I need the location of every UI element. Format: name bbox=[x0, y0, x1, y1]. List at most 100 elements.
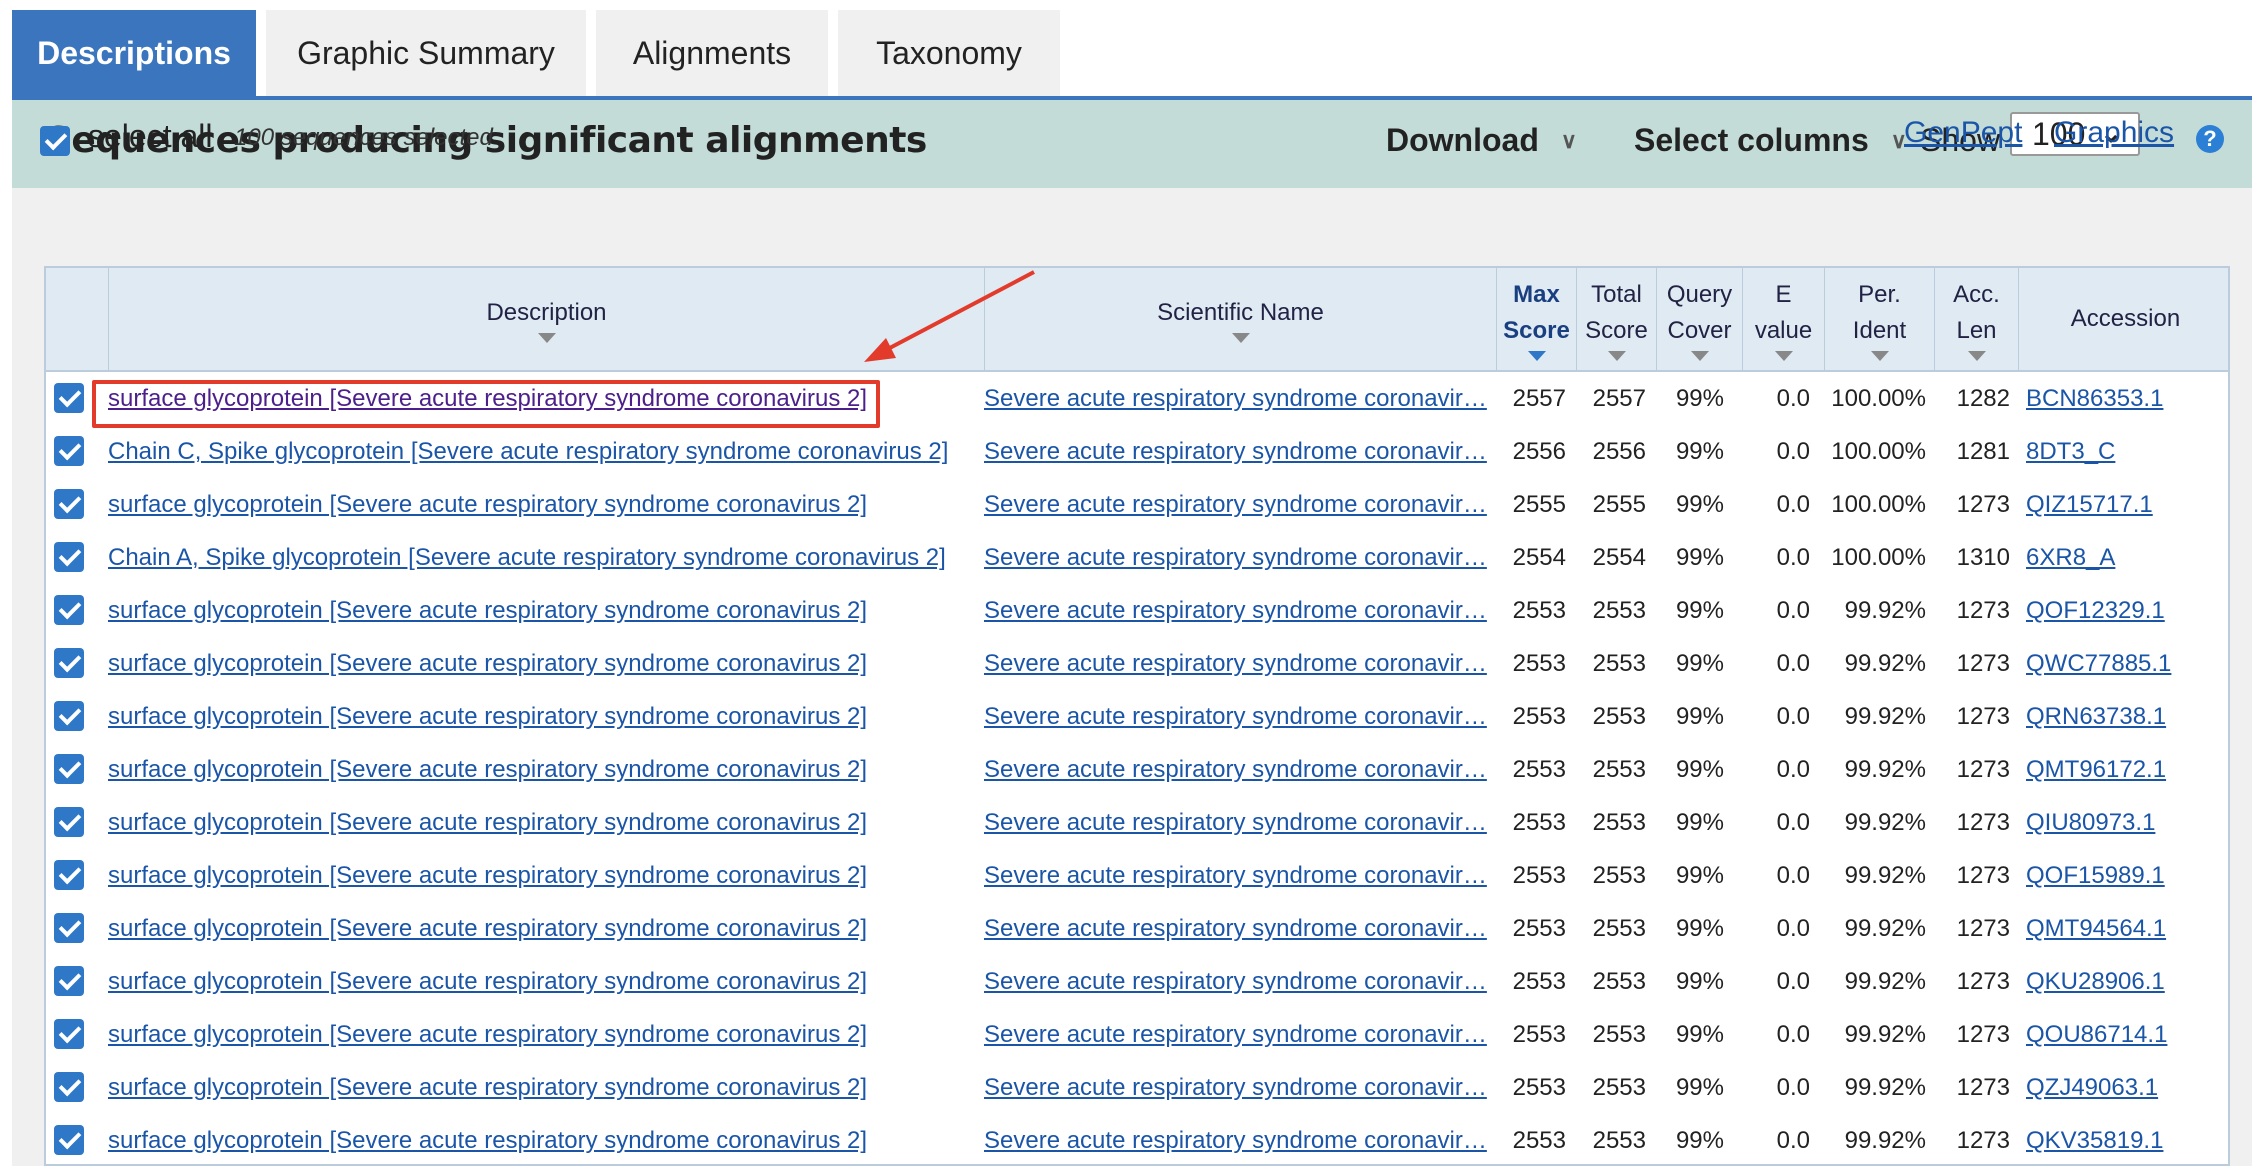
scientific-name-link[interactable]: Severe acute respiratory syndrome corona… bbox=[984, 902, 1490, 955]
description-link[interactable]: surface glycoprotein [Severe acute respi… bbox=[108, 1008, 968, 1061]
total-score-value: 2553 bbox=[1592, 862, 1646, 889]
row-checkbox[interactable] bbox=[54, 1019, 84, 1049]
col-total-score[interactable]: Total Score bbox=[1576, 268, 1656, 370]
evalue-value: 0.0 bbox=[1776, 915, 1810, 942]
description-link[interactable]: surface glycoprotein [Severe acute respi… bbox=[108, 478, 968, 531]
description-link[interactable]: surface glycoprotein [Severe acute respi… bbox=[108, 690, 968, 743]
scientific-name-link[interactable]: Severe acute respiratory syndrome corona… bbox=[984, 584, 1490, 637]
sort-arrow-icon bbox=[1774, 351, 1793, 361]
accession-link[interactable]: QMT96172.1 bbox=[2026, 743, 2226, 796]
accession-link[interactable]: 8DT3_C bbox=[2026, 425, 2226, 478]
row-checkbox[interactable] bbox=[54, 1125, 84, 1155]
col-max-score[interactable]: Max Score bbox=[1496, 268, 1576, 370]
total-score-value: 2553 bbox=[1592, 968, 1646, 995]
scientific-name-link[interactable]: Severe acute respiratory syndrome corona… bbox=[984, 743, 1490, 796]
accession-link[interactable]: QKU28906.1 bbox=[2026, 955, 2226, 1008]
row-checkbox[interactable] bbox=[54, 860, 84, 890]
total-score-value: 2553 bbox=[1592, 809, 1646, 836]
accession-link[interactable]: QRN63738.1 bbox=[2026, 690, 2226, 743]
total-score-value: 2553 bbox=[1592, 597, 1646, 624]
total-score-value: 2553 bbox=[1592, 1021, 1646, 1048]
max-score-value: 2553 bbox=[1512, 703, 1566, 730]
tab-descriptions[interactable]: Descriptions bbox=[12, 10, 256, 96]
description-link[interactable]: Chain A, Spike glycoprotein [Severe acut… bbox=[108, 531, 968, 584]
row-checkbox[interactable] bbox=[54, 1072, 84, 1102]
scientific-name-link[interactable]: Severe acute respiratory syndrome corona… bbox=[984, 425, 1490, 478]
accession-link[interactable]: QKV35819.1 bbox=[2026, 1114, 2226, 1164]
accession-link[interactable]: QMT94564.1 bbox=[2026, 902, 2226, 955]
row-checkbox[interactable] bbox=[54, 595, 84, 625]
accession-link[interactable]: QOF15989.1 bbox=[2026, 849, 2226, 902]
description-link[interactable]: surface glycoprotein [Severe acute respi… bbox=[108, 796, 968, 849]
query-cover-value: 99% bbox=[1675, 1127, 1724, 1154]
accession-link[interactable]: 6XR8_A bbox=[2026, 531, 2226, 584]
row-checkbox[interactable] bbox=[54, 542, 84, 572]
download-menu[interactable]: Download ∨ bbox=[1386, 122, 1577, 159]
scientific-name-link[interactable]: Severe acute respiratory syndrome corona… bbox=[984, 372, 1490, 425]
tab-alignments[interactable]: Alignments bbox=[596, 10, 828, 96]
row-checkbox[interactable] bbox=[54, 913, 84, 943]
row-checkbox[interactable] bbox=[54, 966, 84, 996]
accession-link[interactable]: QIZ15717.1 bbox=[2026, 478, 2226, 531]
tab-graphic-summary[interactable]: Graphic Summary bbox=[266, 10, 586, 96]
description-link[interactable]: surface glycoprotein [Severe acute respi… bbox=[108, 849, 968, 902]
per-ident-value: 100.00% bbox=[1831, 385, 1926, 412]
description-link[interactable]: surface glycoprotein [Severe acute respi… bbox=[108, 584, 968, 637]
scientific-name-link[interactable]: Severe acute respiratory syndrome corona… bbox=[984, 955, 1490, 1008]
col-acc-len[interactable]: Acc. Len bbox=[1934, 268, 2018, 370]
query-cover-value: 99% bbox=[1675, 491, 1724, 518]
row-checkbox[interactable] bbox=[54, 807, 84, 837]
col-query-cover[interactable]: Query Cover bbox=[1656, 268, 1742, 370]
scientific-name-link[interactable]: Severe acute respiratory syndrome corona… bbox=[984, 1008, 1490, 1061]
query-cover-value: 99% bbox=[1675, 862, 1724, 889]
description-link[interactable]: surface glycoprotein [Severe acute respi… bbox=[108, 955, 968, 1008]
col-evalue[interactable]: E value bbox=[1742, 268, 1824, 370]
col-per-ident[interactable]: Per. Ident bbox=[1824, 268, 1934, 370]
select-all-checkbox[interactable] bbox=[40, 126, 70, 156]
acc-len-value: 1273 bbox=[1956, 756, 2010, 783]
graphics-link[interactable]: Graphics bbox=[2054, 116, 2174, 150]
description-link[interactable]: Chain C, Spike glycoprotein [Severe acut… bbox=[108, 425, 968, 478]
row-checkbox[interactable] bbox=[54, 489, 84, 519]
col-max-score-label-2: Score bbox=[1503, 317, 1570, 344]
accession-link[interactable]: QOU86714.1 bbox=[2026, 1008, 2226, 1061]
description-link[interactable]: surface glycoprotein [Severe acute respi… bbox=[108, 637, 968, 690]
total-score-value: 2553 bbox=[1592, 1127, 1646, 1154]
scientific-name-link[interactable]: Severe acute respiratory syndrome corona… bbox=[984, 531, 1490, 584]
row-checkbox[interactable] bbox=[54, 648, 84, 678]
description-link[interactable]: surface glycoprotein [Severe acute respi… bbox=[108, 743, 968, 796]
scientific-name-link[interactable]: Severe acute respiratory syndrome corona… bbox=[984, 637, 1490, 690]
col-description-label: Description bbox=[486, 299, 607, 326]
per-ident-value: 99.92% bbox=[1844, 809, 1926, 836]
accession-link[interactable]: QZJ49063.1 bbox=[2026, 1061, 2226, 1114]
scientific-name-link[interactable]: Severe acute respiratory syndrome corona… bbox=[984, 1114, 1490, 1164]
description-link[interactable]: surface glycoprotein [Severe acute respi… bbox=[108, 902, 968, 955]
per-ident-value: 100.00% bbox=[1831, 438, 1926, 465]
scientific-name-link[interactable]: Severe acute respiratory syndrome corona… bbox=[984, 690, 1490, 743]
scientific-name-link[interactable]: Severe acute respiratory syndrome corona… bbox=[984, 478, 1490, 531]
table-row: surface glycoprotein [Severe acute respi… bbox=[46, 690, 2228, 743]
row-checkbox[interactable] bbox=[54, 436, 84, 466]
sort-arrow-icon bbox=[537, 333, 556, 343]
acc-len-value: 1273 bbox=[1956, 650, 2010, 677]
row-checkbox[interactable] bbox=[54, 754, 84, 784]
accession-link[interactable]: QOF12329.1 bbox=[2026, 584, 2226, 637]
select-columns-menu[interactable]: Select columns ∨ bbox=[1634, 122, 1907, 159]
help-icon[interactable]: ? bbox=[2196, 125, 2224, 153]
description-link[interactable]: surface glycoprotein [Severe acute respi… bbox=[108, 1114, 968, 1164]
table-row: surface glycoprotein [Severe acute respi… bbox=[46, 1008, 2228, 1061]
scientific-name-link[interactable]: Severe acute respiratory syndrome corona… bbox=[984, 1061, 1490, 1114]
accession-link[interactable]: BCN86353.1 bbox=[2026, 372, 2226, 425]
table-row: surface glycoprotein [Severe acute respi… bbox=[46, 796, 2228, 849]
scientific-name-link[interactable]: Severe acute respiratory syndrome corona… bbox=[984, 796, 1490, 849]
col-description[interactable]: Description bbox=[108, 268, 984, 370]
tab-taxonomy[interactable]: Taxonomy bbox=[838, 10, 1060, 96]
genpept-link[interactable]: GenPept bbox=[1904, 116, 2022, 150]
row-checkbox[interactable] bbox=[54, 383, 84, 413]
accession-link[interactable]: QWC77885.1 bbox=[2026, 637, 2226, 690]
row-checkbox[interactable] bbox=[54, 701, 84, 731]
scientific-name-link[interactable]: Severe acute respiratory syndrome corona… bbox=[984, 849, 1490, 902]
accession-link[interactable]: QIU80973.1 bbox=[2026, 796, 2226, 849]
col-scientific-name[interactable]: Scientific Name bbox=[984, 268, 1496, 370]
description-link[interactable]: surface glycoprotein [Severe acute respi… bbox=[108, 1061, 968, 1114]
